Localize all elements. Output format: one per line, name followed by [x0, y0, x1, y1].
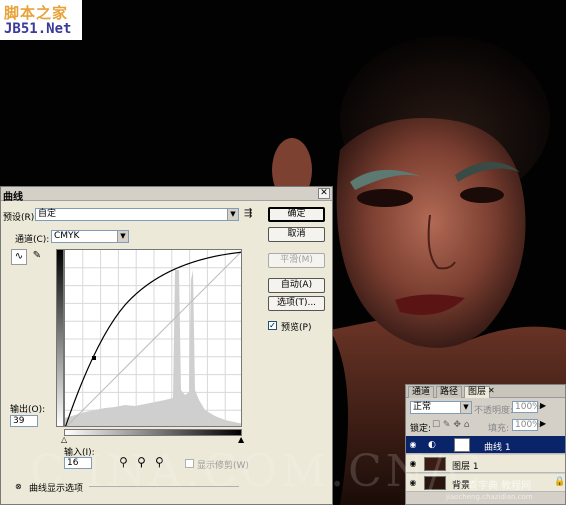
layer-name: 曲线 1 [484, 443, 511, 453]
panel-tabs: 通道 路径 图层 ✕ [406, 385, 565, 398]
chevron-down-icon: ▼ [460, 402, 471, 413]
preview-checkbox[interactable]: ✓ [268, 321, 277, 330]
dialog-titlebar: 曲线 ✕ [1, 187, 332, 203]
fill-field[interactable]: 100% [512, 419, 541, 431]
channel-value: CMYK [54, 231, 80, 241]
tab-layers[interactable]: 图层 [464, 386, 491, 398]
close-icon[interactable]: ✕ [488, 386, 495, 395]
ok-button[interactable]: 确定 [268, 207, 325, 222]
big-watermark: C INA.COM.CN/C [30, 446, 485, 497]
close-icon[interactable]: ✕ [318, 188, 330, 199]
watermark-cn: 脚本之家 [4, 4, 69, 22]
fill-slider-icon[interactable]: ▶ [540, 419, 546, 428]
curve-point-tool-icon[interactable]: ∿ [11, 249, 27, 265]
preset-label: 预设(R): [3, 213, 38, 223]
site-watermark: 脚本之家 JB51.Net [0, 0, 82, 40]
preset-menu-icon[interactable]: ⇶ [244, 208, 252, 219]
black-point-slider-icon[interactable]: ▲ [238, 435, 244, 444]
opacity-field[interactable]: 100% [512, 401, 541, 413]
white-point-slider-icon[interactable]: △ [61, 435, 67, 444]
channel-select[interactable]: CMYK ▼ [51, 230, 129, 243]
output-field[interactable]: 39 [10, 415, 38, 427]
preset-value: 自定 [38, 209, 57, 219]
curves-graph-svg [65, 250, 241, 426]
input-gradient-bar [64, 429, 242, 436]
output-gradient-bar [56, 249, 64, 427]
tab-channels[interactable]: 通道 [408, 386, 435, 398]
smooth-button[interactable]: 平滑(M) [268, 253, 325, 268]
curves-graph[interactable] [64, 249, 242, 427]
blend-mode-select[interactable]: 正常 ▼ [410, 401, 472, 414]
opacity-slider-icon[interactable]: ▶ [540, 401, 546, 410]
pencil-tool-icon[interactable]: ✎ [29, 249, 45, 265]
options-button[interactable]: 选项(T)... [268, 296, 325, 311]
image-canvas: 脚本之家 JB51.Net 曲线 ✕ 预设(R): 自定 ▼ ⇶ 通道(C): … [0, 0, 566, 505]
tab-paths[interactable]: 路径 [436, 386, 463, 398]
opacity-label: 不透明度: [474, 406, 514, 416]
lock-icon: 🔒 [554, 477, 566, 487]
watermark-url: JB51.Net [4, 21, 72, 37]
lock-label: 锁定: [410, 424, 432, 434]
blend-mode-value: 正常 [413, 402, 432, 412]
preset-select[interactable]: 自定 ▼ [35, 208, 239, 221]
chevron-down-icon: ▼ [117, 231, 128, 242]
cancel-button[interactable]: 取消 [268, 227, 325, 242]
fill-label: 填充: [488, 424, 510, 434]
lock-icons[interactable]: ☐ ✎ ✥ ⌂ [432, 420, 469, 430]
auto-button[interactable]: 自动(A) [268, 278, 325, 293]
dialog-title: 曲线 [3, 192, 23, 203]
expand-options-icon[interactable]: ⊗ [15, 482, 22, 491]
channel-label: 通道(C): [15, 235, 50, 245]
chevron-down-icon: ▼ [227, 209, 238, 220]
output-label: 输出(O): [10, 405, 46, 415]
preview-label: 预览(P) [281, 323, 312, 333]
